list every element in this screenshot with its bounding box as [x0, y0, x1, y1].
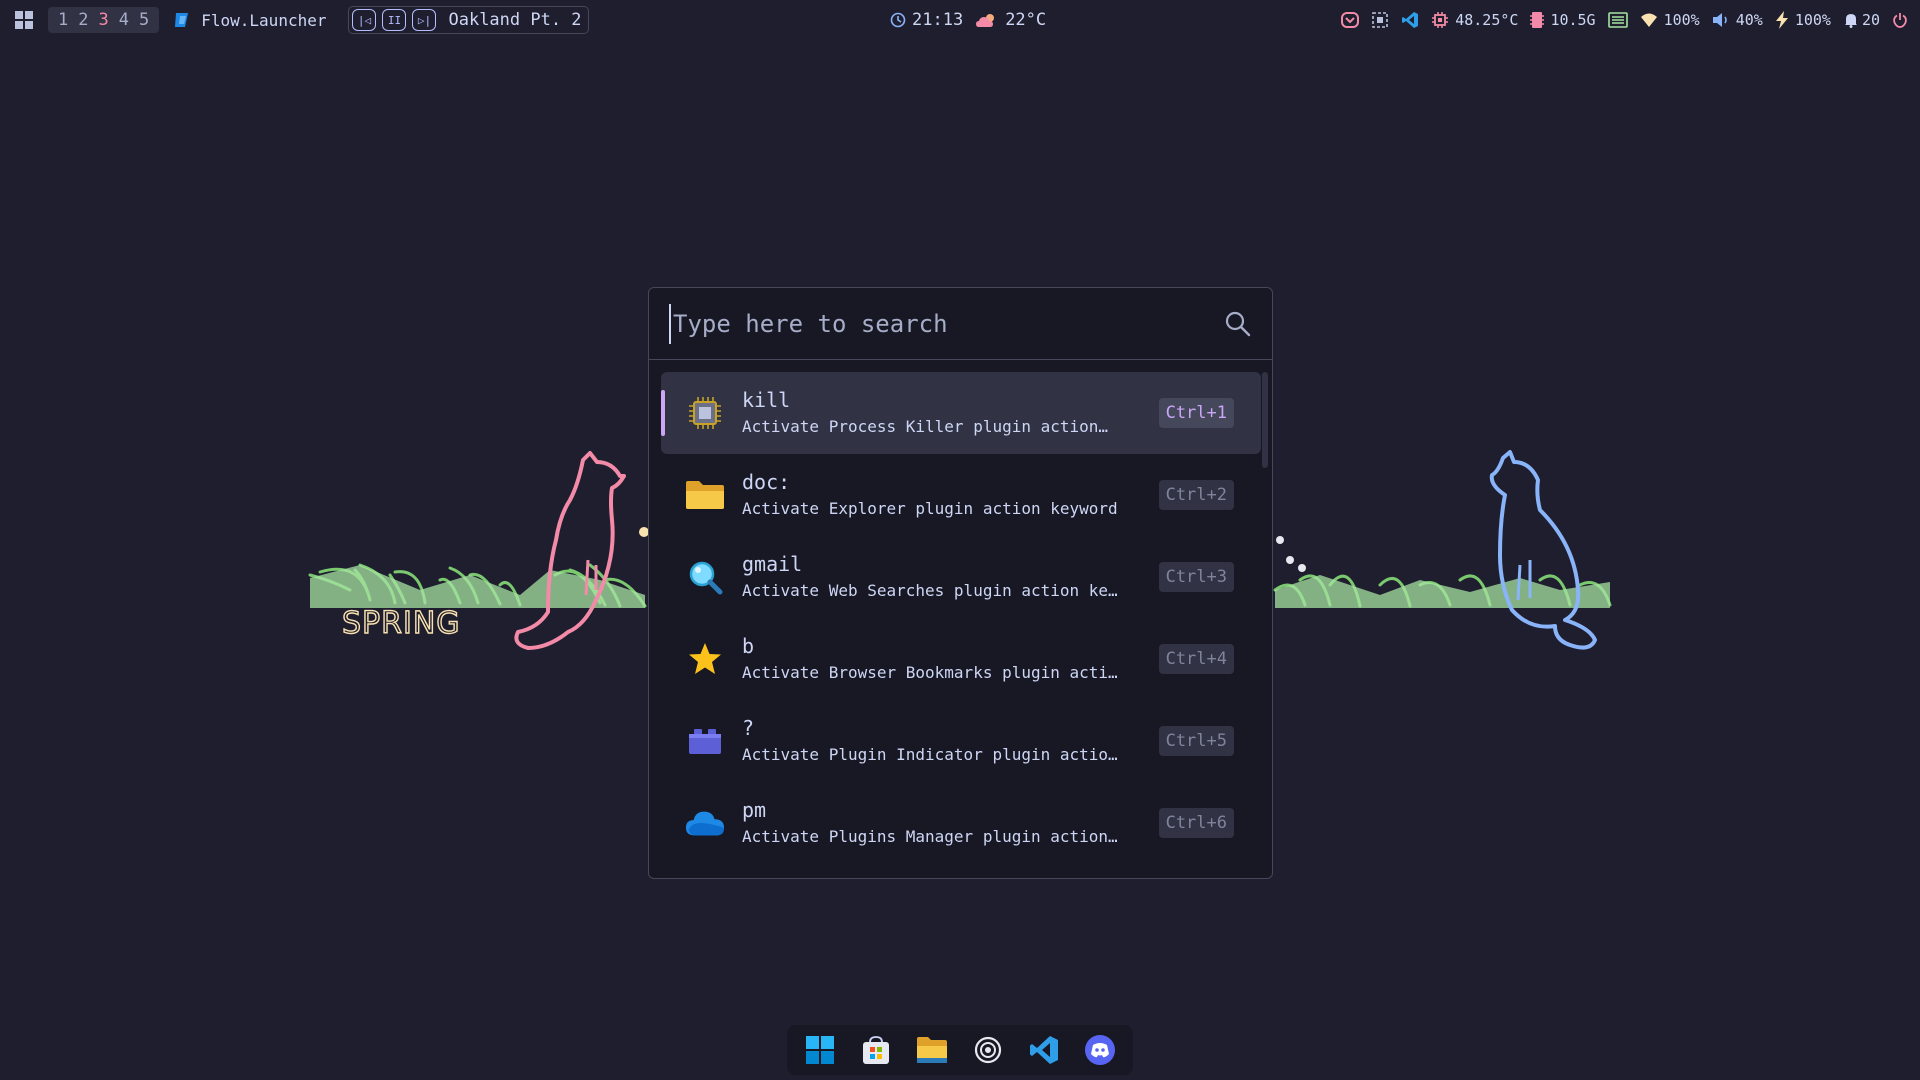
- result-item-gmail[interactable]: gmail Activate Web Searches plugin actio…: [661, 536, 1261, 618]
- media-controls: |◁ II ▷| Oakland Pt. 2: [348, 6, 589, 34]
- clock-icon: [890, 12, 906, 28]
- battery-value: 100%: [1794, 11, 1831, 29]
- workspace-3[interactable]: 3: [99, 10, 109, 30]
- screenshot-icon[interactable]: [1371, 11, 1389, 29]
- storage-icon[interactable]: [1607, 12, 1628, 28]
- wifi[interactable]: 100%: [1640, 11, 1700, 29]
- result-title: kill: [742, 388, 791, 412]
- memory[interactable]: 10.5G: [1530, 11, 1596, 29]
- next-icon: ▷|: [417, 13, 432, 27]
- result-hotkey: Ctrl+3: [1158, 562, 1234, 592]
- battery[interactable]: 100%: [1775, 11, 1831, 29]
- wifi-icon: [1640, 12, 1658, 28]
- notifications[interactable]: 20: [1843, 11, 1880, 29]
- result-title: b: [742, 634, 755, 658]
- result-title: doc:: [742, 470, 791, 494]
- previous-track-button[interactable]: |◁: [352, 9, 377, 31]
- workspace-2[interactable]: 2: [78, 10, 88, 30]
- lightning-icon: [1775, 11, 1789, 29]
- notifications-count: 20: [1861, 11, 1880, 29]
- vscode-tray-icon[interactable]: [1401, 11, 1419, 29]
- spring-label: SPRING: [342, 606, 461, 641]
- result-title: gmail: [742, 552, 803, 576]
- volume-icon: [1712, 12, 1730, 28]
- cpu-temp[interactable]: 48.25°C: [1431, 11, 1518, 29]
- results-scrollbar[interactable]: [1262, 372, 1268, 468]
- discord-icon[interactable]: [1084, 1034, 1116, 1066]
- weather[interactable]: 22°C: [975, 10, 1046, 30]
- result-hotkey: Ctrl+5: [1158, 726, 1234, 756]
- volume[interactable]: 40%: [1712, 11, 1763, 29]
- memory-icon: [1530, 11, 1545, 29]
- result-subtitle: Activate Plugins Manager plugin action…: [742, 827, 1118, 846]
- result-hotkey: Ctrl+1: [1158, 398, 1234, 428]
- pause-icon: II: [387, 13, 402, 27]
- result-hotkey: Ctrl+2: [1158, 480, 1234, 510]
- cloud-icon: [685, 803, 725, 843]
- cpu-icon: [685, 393, 725, 433]
- magnifier-icon: [685, 557, 725, 597]
- result-item-doc[interactable]: doc: Activate Explorer plugin action key…: [661, 454, 1261, 536]
- explorer-icon[interactable]: [916, 1034, 948, 1066]
- result-item-plugin-indicator[interactable]: ? Activate Plugin Indicator plugin actio…: [661, 700, 1261, 782]
- search-input[interactable]: [669, 304, 1209, 344]
- pink-cat: [514, 451, 626, 650]
- result-title: ?: [742, 716, 755, 740]
- brick-icon: [685, 721, 725, 761]
- snowdrops: [1276, 536, 1306, 572]
- folder-icon: [685, 475, 725, 515]
- result-subtitle: Activate Web Searches plugin action ke…: [742, 581, 1118, 600]
- obs-icon[interactable]: [972, 1034, 1004, 1066]
- volume-value: 40%: [1735, 11, 1763, 29]
- clock-time: 21:13: [912, 10, 964, 30]
- workspace-4[interactable]: 4: [119, 10, 129, 30]
- pause-button[interactable]: II: [382, 9, 407, 31]
- taskbar-dock: [787, 1025, 1133, 1075]
- cpu-temp-value: 48.25°C: [1455, 11, 1519, 29]
- clock[interactable]: 21:13: [890, 10, 963, 30]
- search-bar: [649, 288, 1272, 360]
- weather-temp: 22°C: [1005, 10, 1047, 30]
- workspace-5[interactable]: 5: [139, 10, 149, 30]
- blue-cat: [1489, 450, 1597, 650]
- flow-launcher-window: kill Activate Process Killer plugin acti…: [648, 287, 1273, 879]
- memory-value: 10.5G: [1550, 11, 1596, 29]
- next-track-button[interactable]: ▷|: [412, 9, 437, 31]
- vscode-icon[interactable]: [1028, 1034, 1060, 1066]
- search-icon[interactable]: [1224, 310, 1252, 342]
- results-list: kill Activate Process Killer plugin acti…: [661, 372, 1261, 864]
- focused-app-title: Flow.Launcher: [201, 10, 327, 30]
- power-icon: [1892, 12, 1908, 28]
- result-subtitle: Activate Plugin Indicator plugin actio…: [742, 745, 1118, 764]
- result-hotkey: Ctrl+6: [1158, 808, 1234, 838]
- wifi-value: 100%: [1663, 11, 1700, 29]
- workspace-switcher: 1 2 3 4 5: [48, 7, 160, 33]
- result-title: pm: [742, 798, 767, 822]
- result-item-plugins-manager[interactable]: pm Activate Plugins Manager plugin actio…: [661, 782, 1261, 864]
- flow-launcher-icon: [173, 11, 191, 29]
- weather-cloud-sun-icon: [975, 12, 999, 28]
- pocket-icon[interactable]: [1341, 11, 1360, 29]
- chip-icon: [1431, 11, 1449, 29]
- star-icon: [685, 639, 725, 679]
- start-menu-icon[interactable]: [14, 10, 34, 30]
- power-button[interactable]: [1892, 12, 1908, 28]
- result-subtitle: Activate Browser Bookmarks plugin acti…: [742, 663, 1118, 682]
- previous-icon: |◁: [357, 13, 372, 27]
- result-item-kill[interactable]: kill Activate Process Killer plugin acti…: [661, 372, 1261, 454]
- result-subtitle: Activate Explorer plugin action keyword: [742, 499, 1118, 518]
- windows-icon[interactable]: [804, 1034, 836, 1066]
- bell-icon: [1843, 12, 1859, 28]
- result-subtitle: Activate Process Killer plugin action…: [742, 417, 1109, 436]
- track-title: Oakland Pt. 2: [448, 10, 582, 30]
- top-bar: 1 2 3 4 5 Flow.Launcher |◁ II ▷| Oakland…: [0, 0, 1920, 40]
- store-icon[interactable]: [860, 1034, 892, 1066]
- result-hotkey: Ctrl+4: [1158, 644, 1234, 674]
- workspace-1[interactable]: 1: [58, 10, 68, 30]
- result-item-bookmarks[interactable]: b Activate Browser Bookmarks plugin acti…: [661, 618, 1261, 700]
